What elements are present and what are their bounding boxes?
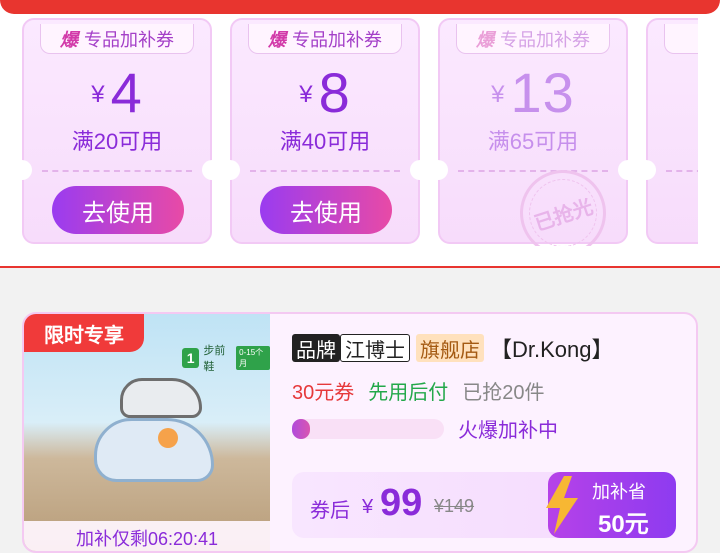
shoe-image-back: [120, 378, 202, 418]
brand-name-chip: 江博士: [340, 334, 410, 362]
coupon-value: 8: [318, 61, 351, 124]
subsidy-badge[interactable]: 加补省 50元: [546, 472, 676, 538]
coupon-card-partial[interactable]: 爆 ¥ 满: [636, 18, 698, 244]
coupon-header: 爆 专品加补券: [456, 24, 610, 54]
coupon-condition: 满: [648, 124, 698, 156]
ticket-notch: [22, 160, 32, 180]
product-card[interactable]: 限时专享 1 步前鞋 0-15个月 加补仅剩06:20:41 品牌 江博士 旗舰…: [22, 312, 698, 553]
coupon-strip: 爆 专品加补券 ¥4 满20可用 去使用 爆 专品加补券 ¥8 满40可用 去使…: [0, 0, 720, 268]
price-prefix: 券后: [310, 500, 350, 522]
progress-fill: [292, 418, 311, 439]
coupon-type-label: 专品加补券: [292, 29, 382, 50]
ticket-divider: [666, 170, 698, 172]
product-info: 品牌 江博士 旗舰店 【Dr.Kong】 30元券 先用后付 已抢20件 火爆加…: [292, 314, 696, 551]
currency-symbol: ¥: [362, 496, 374, 518]
coupon-type-label: 专品加补券: [500, 29, 590, 50]
coupon-header: 爆: [664, 24, 698, 54]
shoe-image-front: [94, 418, 214, 482]
subsidy-amount: 50元: [598, 511, 649, 538]
brand-chip: 品牌: [292, 334, 340, 362]
ticket-notch: [618, 160, 638, 180]
coupon-header: 爆 专品加补券: [40, 24, 194, 54]
coupon-amount: ¥4: [24, 60, 210, 125]
hot-badge: 爆: [60, 29, 78, 50]
use-coupon-button[interactable]: 去使用: [52, 186, 184, 234]
final-price: 99: [380, 482, 423, 524]
coupon-tag: 30元券: [292, 382, 355, 404]
shoe-buckle: [158, 428, 178, 448]
price-box[interactable]: 券后 ¥ 99 ¥149 加补省 50元: [292, 472, 676, 538]
use-coupon-button[interactable]: 去使用: [260, 186, 392, 234]
coupon-strip-panel: 爆 专品加补券 ¥4 满20可用 去使用 爆 专品加补券 ¥8 满40可用 去使…: [0, 0, 720, 266]
ticket-notch: [220, 160, 240, 180]
age-range: 0-15个月: [236, 346, 270, 370]
limited-time-tag: 限时专享: [24, 314, 144, 352]
coupon-condition: 满20可用: [71, 129, 163, 154]
pay-later-tag: 先用后付: [368, 382, 449, 404]
product-tags: 30元券 先用后付 已抢20件: [292, 376, 545, 405]
hot-badge: 爆: [476, 29, 494, 50]
coupon-card-sold-out: 爆 专品加补券 ¥13 满65可用 已抢光: [428, 18, 638, 246]
coupon-card[interactable]: 爆 专品加补券 ¥8 满40可用 去使用: [220, 18, 430, 244]
sold-count: 已抢20件: [462, 382, 545, 404]
currency-symbol: ¥: [491, 81, 505, 108]
coupon-card[interactable]: 爆 专品加补券 ¥4 满20可用 去使用: [22, 18, 222, 244]
step-name: 步前鞋: [203, 345, 226, 373]
coupon-type-label: 专品加补券: [84, 29, 174, 50]
ticket-divider: [42, 170, 192, 172]
flagship-store-chip: 旗舰店: [416, 334, 484, 362]
subsidy-label: 加补省: [592, 482, 646, 502]
ticket-notch: [636, 160, 656, 180]
coupon-amount: ¥8: [232, 60, 418, 125]
coupon-list[interactable]: 爆 专品加补券 ¥4 满20可用 去使用 爆 专品加补券 ¥8 满40可用 去使…: [22, 18, 698, 246]
ticket-notch: [428, 160, 448, 180]
sales-progress: 火爆加补中: [292, 414, 558, 443]
step-badge: 1: [182, 348, 200, 368]
coupon-header: 爆 专品加补券: [248, 24, 402, 54]
progress-label: 火爆加补中: [458, 420, 558, 442]
image-brand-logo: 1 步前鞋 0-15个月: [182, 342, 270, 374]
product-title-row[interactable]: 品牌 江博士 旗舰店 【Dr.Kong】: [292, 332, 614, 364]
progress-bar: [292, 418, 444, 439]
product-image[interactable]: 限时专享 1 步前鞋 0-15个月 加补仅剩06:20:41: [24, 314, 270, 551]
ticket-notch: [410, 160, 430, 180]
coupon-amount: ¥13: [440, 60, 626, 125]
countdown-timer: 加补仅剩06:20:41: [24, 521, 270, 551]
coupon-value: 4: [110, 61, 143, 124]
hot-badge: 爆: [268, 29, 286, 50]
coupon-amount: ¥: [648, 60, 698, 96]
coupon-condition: 满65可用: [487, 129, 579, 154]
coupon-value: 13: [510, 61, 575, 124]
ticket-divider: [250, 170, 400, 172]
currency-symbol: ¥: [299, 81, 313, 108]
product-title: 【Dr.Kong】: [490, 337, 614, 362]
currency-symbol: ¥: [91, 81, 105, 108]
ticket-notch: [202, 160, 222, 180]
original-price: ¥149: [434, 496, 475, 516]
ticket-divider: [458, 170, 608, 172]
lightning-icon: [546, 476, 578, 534]
coupon-condition: 满40可用: [279, 129, 371, 154]
